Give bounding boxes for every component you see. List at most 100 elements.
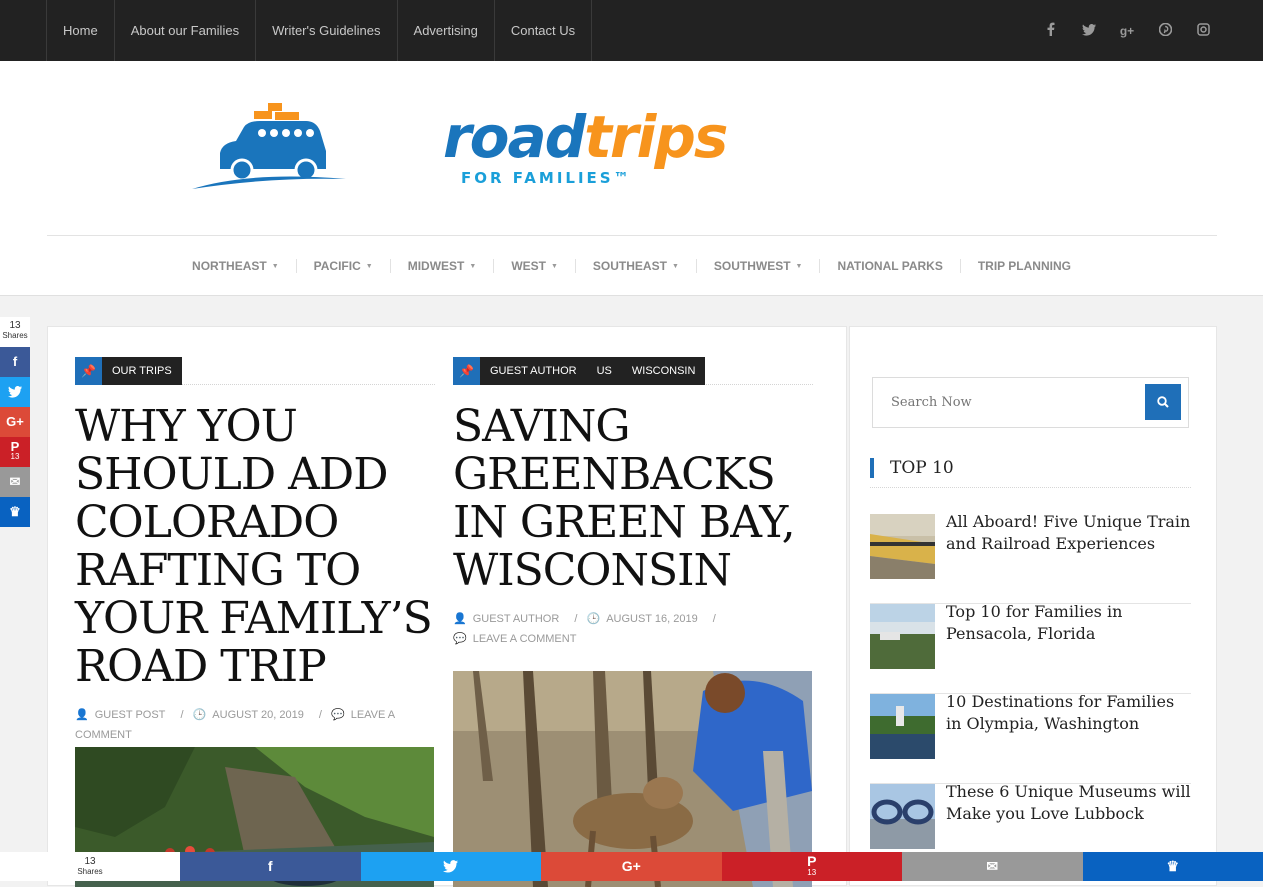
caret-down-icon: ▼ [366, 263, 373, 270]
comment-icon: 💬 [331, 709, 345, 721]
car-logo-icon[interactable] [190, 101, 350, 201]
google-plus-icon[interactable]: g+ [1119, 24, 1135, 38]
caret-down-icon: ▼ [469, 263, 476, 270]
pin-icon: 📌 [453, 357, 480, 385]
user-icon: 👤 [75, 709, 89, 721]
post-meta: 👤GUEST POST / 🕒AUGUST 20, 2019 / 💬LEAVE … [75, 705, 435, 745]
caret-down-icon: ▼ [672, 263, 679, 270]
post-date: AUGUST 20, 2019 [212, 709, 304, 721]
facebook-icon[interactable] [1043, 22, 1059, 39]
twitter-share-button[interactable] [0, 377, 30, 407]
comment-icon: 💬 [453, 633, 467, 645]
thumbnail[interactable] [870, 784, 935, 849]
envelope-icon: ✉ [10, 477, 21, 487]
sidebar: TOP 10 All Aboard! Five Unique Train and… [849, 326, 1217, 886]
pinterest-share-button[interactable]: P13 [0, 437, 30, 467]
cat-trip-planning[interactable]: TRIP PLANNING [960, 259, 1088, 273]
category-tag[interactable]: WISCONSIN [622, 357, 706, 385]
site-header: roadtrips FOR FAMILIES™ NORTHEAST▼ PACIF… [0, 61, 1263, 296]
cat-southwest[interactable]: SOUTHWEST▼ [696, 259, 820, 273]
twitter-icon [443, 860, 458, 873]
email-share-button[interactable]: ✉ [902, 852, 1083, 881]
top10-link[interactable]: These 6 Unique Museums will Make you Lov… [946, 781, 1194, 825]
post-grid: 📌 OUR TRIPS WHY YOU SHOULD ADD COLORADO … [47, 326, 847, 886]
site-logo[interactable]: roadtrips FOR FAMILIES™ [443, 103, 726, 171]
clock-icon: 🕒 [193, 709, 207, 721]
crown-icon: ♛ [1166, 861, 1179, 872]
category-tag[interactable]: US [587, 357, 622, 385]
search-input[interactable] [873, 378, 1143, 427]
cat-midwest[interactable]: MIDWEST▼ [390, 259, 494, 273]
post-title[interactable]: WHY YOU SHOULD ADD COLORADO RAFTING TO Y… [75, 403, 435, 691]
twitter-icon [8, 386, 22, 398]
sumo-share-button[interactable]: ♛ [1083, 852, 1263, 881]
top10-link[interactable]: Top 10 for Families in Pensacola, Florid… [946, 601, 1194, 645]
pinterest-count: 13 [11, 452, 20, 462]
post-author[interactable]: GUEST AUTHOR [473, 613, 560, 625]
twitter-icon[interactable] [1081, 23, 1097, 39]
post-meta: 👤GUEST AUTHOR / 🕒AUGUST 16, 2019 / 💬LEAV… [453, 609, 813, 649]
facebook-icon: f [13, 357, 17, 367]
logo-tagline: FOR FAMILIES™ [461, 169, 632, 187]
facebook-icon: f [268, 861, 273, 872]
category-tag[interactable]: OUR TRIPS [102, 357, 182, 385]
top10-item[interactable]: Top 10 for Families in Pensacola, Florid… [870, 604, 1191, 694]
nav-home[interactable]: Home [46, 0, 114, 61]
social-links: g+ [1043, 0, 1211, 61]
pinterest-icon[interactable] [1157, 23, 1173, 39]
email-share-button[interactable]: ✉ [0, 467, 30, 497]
facebook-share-button[interactable]: f [180, 852, 361, 881]
widget-title: TOP 10 [870, 458, 1191, 488]
post-title[interactable]: SAVING GREENBACKS IN GREEN BAY, WISCONSI… [453, 403, 813, 595]
post-author[interactable]: GUEST POST [95, 709, 166, 721]
top10-item[interactable]: All Aboard! Five Unique Train and Railro… [870, 514, 1191, 604]
top10-link[interactable]: All Aboard! Five Unique Train and Railro… [946, 511, 1194, 555]
nav-writers-guidelines[interactable]: Writer's Guidelines [255, 0, 396, 61]
search-box [872, 377, 1189, 428]
nav-about-families[interactable]: About our Families [114, 0, 255, 61]
thumbnail[interactable] [870, 694, 935, 759]
user-icon: 👤 [453, 613, 467, 625]
post-card: 📌 OUR TRIPS WHY YOU SHOULD ADD COLORADO … [75, 357, 435, 745]
google-plus-icon: G+ [622, 861, 641, 872]
crown-icon: ♛ [9, 507, 21, 517]
leave-comment-link[interactable]: LEAVE A COMMENT [473, 633, 577, 645]
google-plus-icon: G+ [6, 417, 24, 427]
search-button[interactable] [1145, 384, 1181, 420]
top10-item[interactable]: 10 Destinations for Families in Olympia,… [870, 694, 1191, 784]
envelope-icon: ✉ [986, 861, 998, 872]
google-plus-share-button[interactable]: G+ [541, 852, 722, 881]
sumo-share-button[interactable]: ♛ [0, 497, 30, 527]
cat-southeast[interactable]: SOUTHEAST▼ [575, 259, 696, 273]
nav-advertising[interactable]: Advertising [397, 0, 494, 61]
cat-northeast[interactable]: NORTHEAST▼ [175, 259, 296, 273]
post-card: 📌 GUEST AUTHOR US WISCONSIN SAVING GREEN… [453, 357, 813, 649]
clock-icon: 🕒 [586, 613, 600, 625]
thumbnail[interactable] [870, 514, 935, 579]
floating-share-bar: 13Shares f G+ P13 ✉ ♛ [0, 317, 30, 527]
logo-road-text: road [443, 103, 584, 171]
category-tag[interactable]: GUEST AUTHOR [480, 357, 587, 385]
top-nav: Home About our Families Writer's Guideli… [46, 0, 592, 61]
caret-down-icon: ▼ [796, 263, 803, 270]
twitter-share-button[interactable] [361, 852, 542, 881]
google-plus-share-button[interactable]: G+ [0, 407, 30, 437]
logo-trips-text: trips [584, 103, 726, 171]
share-count: 13Shares [0, 852, 180, 881]
pinterest-count: 13 [807, 867, 816, 878]
instagram-icon[interactable] [1195, 23, 1211, 39]
cat-pacific[interactable]: PACIFIC▼ [296, 259, 390, 273]
top10-link[interactable]: 10 Destinations for Families in Olympia,… [946, 691, 1194, 735]
search-icon [1157, 396, 1169, 408]
thumbnail[interactable] [870, 604, 935, 669]
bottom-share-bar: 13Shares f G+ P13 ✉ ♛ [0, 852, 1263, 881]
pinterest-share-button[interactable]: P13 [722, 852, 903, 881]
nav-contact-us[interactable]: Contact Us [494, 0, 592, 61]
post-categories: 📌 OUR TRIPS [75, 357, 435, 385]
post-categories: 📌 GUEST AUTHOR US WISCONSIN [453, 357, 813, 385]
facebook-share-button[interactable]: f [0, 347, 30, 377]
cat-west[interactable]: WEST▼ [493, 259, 575, 273]
cat-national-parks[interactable]: NATIONAL PARKS [819, 259, 959, 273]
share-count: 13Shares [0, 317, 30, 347]
caret-down-icon: ▼ [551, 263, 558, 270]
